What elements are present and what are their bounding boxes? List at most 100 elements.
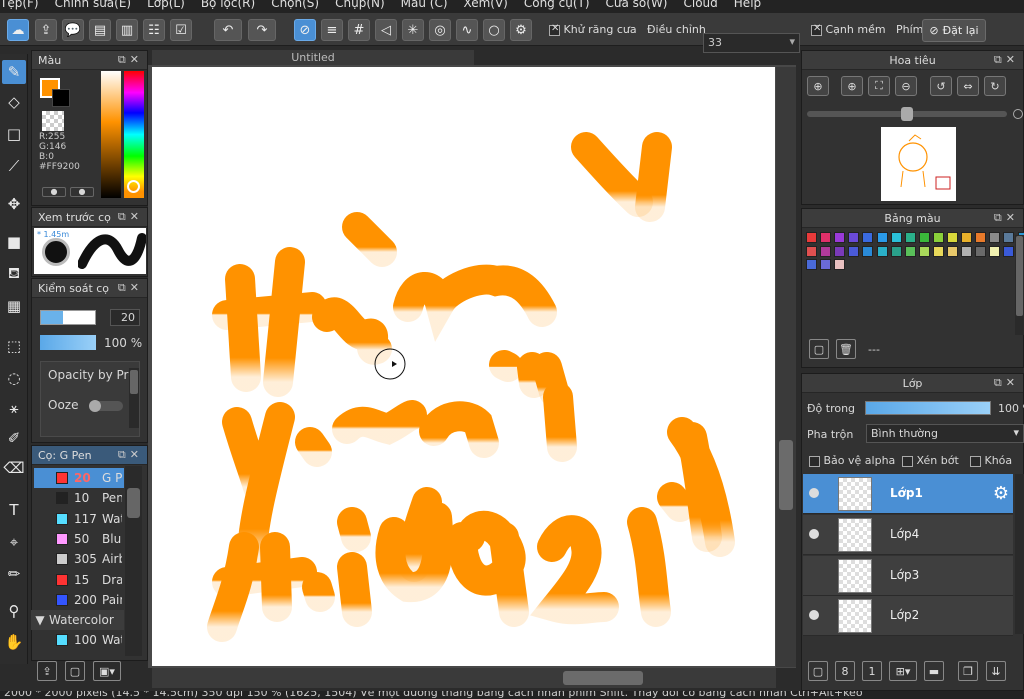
zoom-fit-icon[interactable]: ⊕ xyxy=(807,76,829,96)
palette-swatch[interactable] xyxy=(904,245,916,257)
canvas-horizontal-scrollbar[interactable] xyxy=(152,668,776,688)
color-mode-button-2[interactable]: ● xyxy=(70,187,94,197)
palette-swatch[interactable] xyxy=(876,232,888,243)
panel-buttons[interactable]: ⧉✕ xyxy=(118,210,143,224)
palette-swatch[interactable] xyxy=(834,259,846,270)
folder-icon[interactable]: ▬ xyxy=(924,661,944,681)
panel-buttons[interactable]: ⧉✕ xyxy=(118,448,143,462)
hue-handle[interactable] xyxy=(127,180,140,193)
palette-swatch[interactable] xyxy=(820,245,832,257)
clipping-toggle[interactable]: Xén bớt xyxy=(902,454,959,467)
checklist-icon[interactable]: ☷ xyxy=(143,19,165,41)
menu-capture[interactable]: Chụp(N) xyxy=(335,0,385,10)
fill-rect-tool-icon[interactable]: ■ xyxy=(2,230,26,254)
brush-item[interactable]: 50 Blur xyxy=(34,529,124,549)
eyedropper-tool-icon[interactable]: ⚲ xyxy=(2,599,26,623)
menu-view[interactable]: Xem(V) xyxy=(464,0,508,10)
brush-cloud-icon[interactable]: ⇪ xyxy=(37,661,57,681)
adjust-dropdown[interactable]: 33 xyxy=(703,33,800,53)
palette-swatch[interactable] xyxy=(932,232,944,243)
brush-item[interactable]: 100 Watercolor xyxy=(34,630,124,650)
merge-layer-icon[interactable]: ⇊ xyxy=(986,661,1006,681)
share-icon[interactable]: ⇪ xyxy=(35,19,57,41)
palette-swatch[interactable] xyxy=(862,232,874,243)
brush-menu-icon[interactable]: ▣▾ xyxy=(93,661,121,681)
brush-item[interactable]: 10 Pencil xyxy=(34,488,124,508)
new-palette-color-icon[interactable]: ▢ xyxy=(809,339,829,359)
brush-size-slider[interactable] xyxy=(40,310,96,325)
rect-select-tool-icon[interactable]: ⬚ xyxy=(2,334,26,358)
brush-item[interactable]: 200 Paint xyxy=(34,590,124,610)
menu-color[interactable]: Màu (C) xyxy=(401,0,448,10)
menu-filter[interactable]: Bộ lọc(R) xyxy=(201,0,255,10)
speech-bubble-icon[interactable]: 💬 xyxy=(62,19,84,41)
brush-list-scrollbar[interactable] xyxy=(125,466,142,656)
duplicate-layer-icon[interactable]: ❐ xyxy=(958,661,978,681)
rotate-right-icon[interactable]: ↻ xyxy=(984,76,1006,96)
canvas-vertical-scrollbar[interactable] xyxy=(776,67,796,667)
panel-buttons[interactable]: ⧉✕ xyxy=(118,281,143,295)
hand-tool-icon[interactable]: ✋ xyxy=(2,630,26,654)
palette-swatch[interactable] xyxy=(876,245,888,257)
bucket-tool-icon[interactable]: ⛾ xyxy=(2,262,26,286)
eye-icon[interactable] xyxy=(809,488,819,498)
palette-swatch[interactable] xyxy=(947,245,958,257)
layer-scrollbar[interactable] xyxy=(1015,474,1024,634)
grid-icon[interactable]: # xyxy=(348,19,370,41)
palette-swatch[interactable] xyxy=(989,245,1001,257)
palette-swatch[interactable] xyxy=(1003,232,1015,243)
navigator-thumbnail[interactable] xyxy=(881,127,956,201)
no-snap-icon[interactable]: ⊘ xyxy=(294,19,316,41)
perspective-icon[interactable]: ◁ xyxy=(375,19,397,41)
palette-swatch[interactable] xyxy=(918,245,930,257)
brightness-slider[interactable] xyxy=(101,71,121,198)
background-color[interactable] xyxy=(52,89,70,107)
new-1bit-layer-icon[interactable]: 1 xyxy=(862,661,882,681)
brush-group-row[interactable]: ▼ Watercolor xyxy=(31,610,124,630)
soft-edge-toggle[interactable]: Cạnh mềm xyxy=(811,23,886,36)
protect-alpha-toggle[interactable]: Bảo vệ alpha xyxy=(809,454,895,467)
palette-swatch[interactable] xyxy=(975,232,987,243)
palette-swatch[interactable] xyxy=(918,232,930,243)
lock-checkbox[interactable] xyxy=(970,455,981,467)
new-layer-icon[interactable]: ▢ xyxy=(808,661,828,681)
canvas[interactable] xyxy=(152,67,775,666)
redo-icon[interactable]: ↷ xyxy=(248,19,276,41)
palette-swatch[interactable] xyxy=(975,245,987,257)
undo-icon[interactable]: ↶ xyxy=(214,19,242,41)
palette-swatch[interactable] xyxy=(932,245,944,257)
brush-tool-icon[interactable]: ✎ xyxy=(2,60,26,84)
ellipse-icon[interactable]: ○ xyxy=(483,19,505,41)
curve-icon[interactable]: ∿ xyxy=(456,19,478,41)
document-icon[interactable]: ▥ xyxy=(116,19,138,41)
palette-swatch[interactable] xyxy=(1003,245,1015,257)
divide-tool-icon[interactable]: ✏ xyxy=(2,562,26,586)
palette-swatch[interactable] xyxy=(806,245,817,257)
panel-buttons[interactable]: ⧉✕ xyxy=(994,211,1019,225)
layer-row[interactable]: Lớp2 xyxy=(803,596,1013,637)
palette-swatch[interactable] xyxy=(989,232,1001,243)
brush-item[interactable]: 15 Drawing xyxy=(34,570,124,590)
settings-gear-icon[interactable]: ⚙ xyxy=(510,19,532,41)
brush-size-value[interactable]: 20 xyxy=(110,309,140,326)
parallel-lines-icon[interactable]: ≡ xyxy=(321,19,343,41)
palette-swatch[interactable] xyxy=(890,232,902,243)
text-tool-icon[interactable]: T xyxy=(2,498,26,522)
soft-edge-checkbox[interactable] xyxy=(811,23,822,36)
blend-mode-dropdown[interactable]: Bình thường ▾ xyxy=(866,424,1024,443)
palette-swatch[interactable] xyxy=(947,232,958,243)
select-pen-tool-icon[interactable]: ✐ xyxy=(2,426,26,450)
lock-toggle[interactable]: Khóa xyxy=(970,454,1012,467)
layer-row[interactable]: Lớp4 xyxy=(803,514,1013,555)
clipping-checkbox[interactable] xyxy=(902,455,913,467)
palette-swatch[interactable] xyxy=(890,245,902,257)
zoom-slider[interactable] xyxy=(807,107,1007,121)
palette-scrollbar[interactable] xyxy=(1015,235,1024,335)
delete-palette-color-icon[interactable]: 🗑 xyxy=(836,339,856,359)
rotation-dial[interactable] xyxy=(1013,109,1023,119)
color-mode-button[interactable]: ● xyxy=(42,187,66,197)
reset-button[interactable]: ⊘ Đặt lại xyxy=(922,19,986,42)
brush-item[interactable]: 117 Watercolor xyxy=(34,509,124,529)
menu-cloud[interactable]: Cloud xyxy=(684,0,718,10)
radial-lines-icon[interactable]: ✳ xyxy=(402,19,424,41)
